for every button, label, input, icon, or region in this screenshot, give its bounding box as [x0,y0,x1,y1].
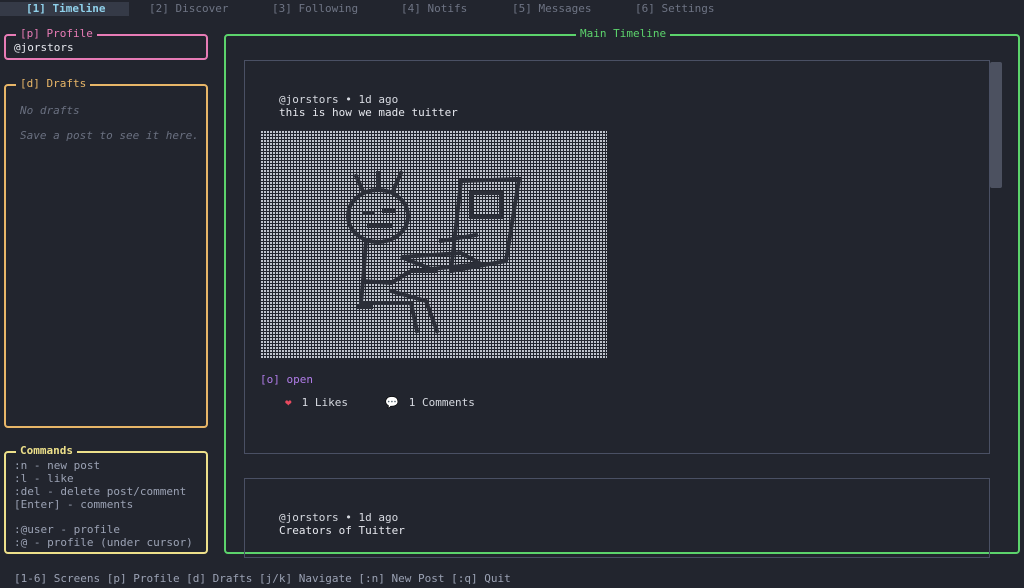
commands-panel: Commands :n - new post :l - like :del - … [4,444,208,554]
tab-following[interactable]: [3] Following [272,2,358,16]
timeline-post[interactable]: @jorstors • 1d ago this is how we made t… [244,60,990,454]
tab-settings[interactable]: [6] Settings [635,2,714,16]
command-profile-cursor: :@ - profile (under cursor) [14,536,193,549]
likes-count: 1 Likes [301,396,348,409]
main-timeline-title: Main Timeline [576,27,671,41]
command-user-profile: :@user - profile [14,523,120,536]
tab-notifs[interactable]: [4] Notifs [401,2,467,16]
post-text: Creators of Tuitter [279,524,405,537]
tab-messages[interactable]: [5] Messages [512,2,591,16]
command-delete: :del - delete post/comment [14,485,187,498]
post-meta[interactable]: @jorstors • 1d ago [279,511,398,524]
post-open-link[interactable]: [o] open [260,373,313,386]
tab-discover[interactable]: [2] Discover [149,2,228,16]
profile-panel-title: [p] Profile [16,27,97,41]
profile-handle[interactable]: @jorstors [14,41,74,54]
heart-icon: ❤ [285,396,292,409]
drafts-hint-text: Save a post to see it here. [20,129,199,142]
post-likes[interactable]: ❤ 1 Likes [285,396,348,409]
comment-bubble-icon: 💬 [385,396,399,409]
main-timeline-panel[interactable]: Main Timeline @jorstors • 1d ago this is… [224,27,1020,558]
status-bar: [1-6] Screens [p] Profile [d] Drafts [j/… [0,570,1024,588]
drafts-panel-title: [d] Drafts [16,77,91,91]
tab-bar: [1] Timeline [2] Discover [3] Following … [0,0,1024,18]
drafts-empty-text: No drafts [20,104,80,117]
command-new-post: :n - new post [14,459,101,472]
post-text: this is how we made tuitter [279,106,458,119]
command-like: :l - like [14,472,74,485]
post-meta[interactable]: @jorstors • 1d ago [279,93,398,106]
timeline-post[interactable]: @jorstors • 1d ago Creators of Tuitter [244,478,990,558]
tab-timeline[interactable]: [1] Timeline [0,2,130,16]
command-comments: [Enter] - comments [14,498,134,511]
comments-count: 1 Comments [408,396,475,409]
status-bar-text: [1-6] Screens [p] Profile [d] Drafts [j/… [14,572,511,585]
profile-panel[interactable]: [p] Profile @jorstors [4,27,208,60]
timeline-scrollbar-thumb[interactable] [990,62,1002,188]
post-ascii-image [261,131,607,359]
post-comments[interactable]: 💬 1 Comments [385,396,475,409]
drafts-panel[interactable]: [d] Drafts No drafts Save a post to see … [4,77,208,428]
commands-panel-title: Commands [16,444,77,458]
